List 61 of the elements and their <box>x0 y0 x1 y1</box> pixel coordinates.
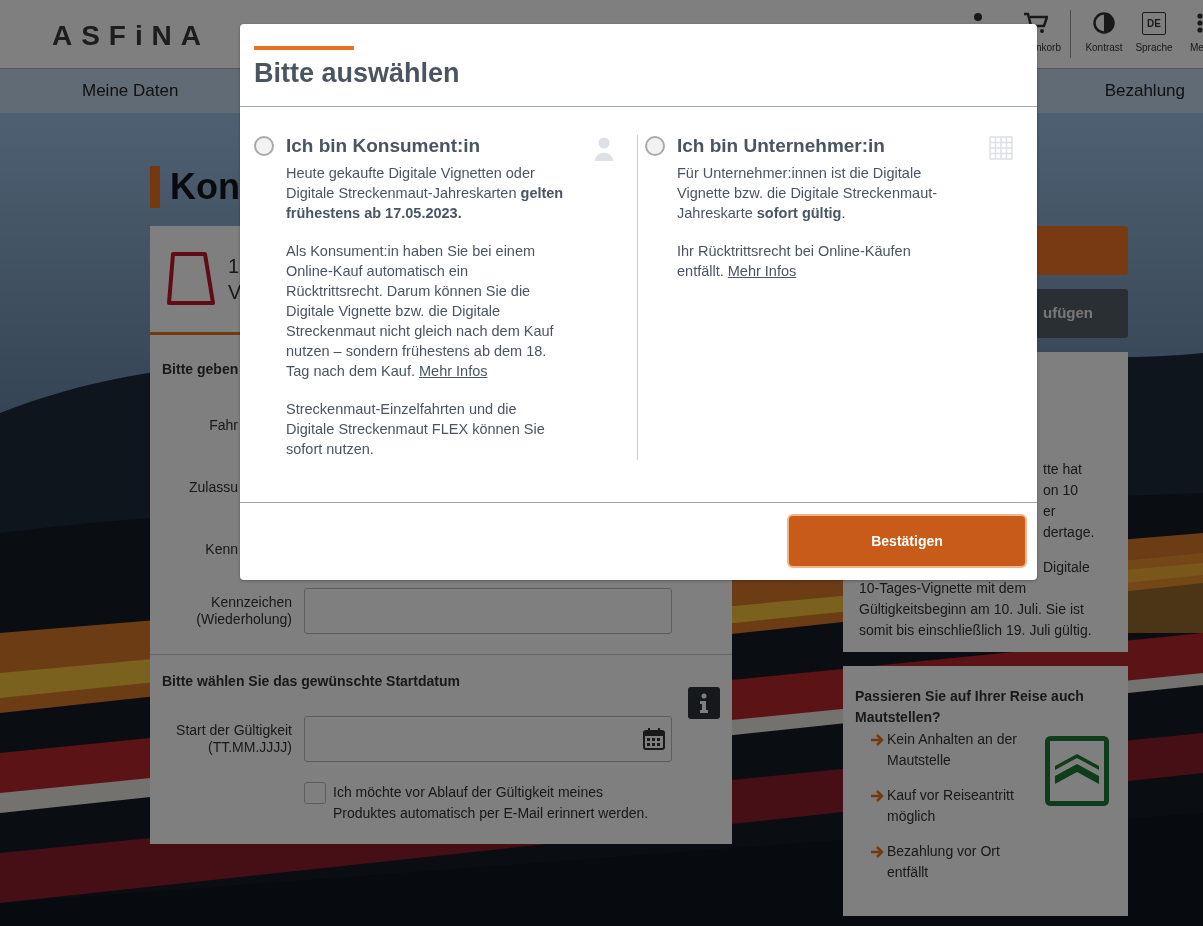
info-glyph-icon <box>699 693 709 713</box>
radio-button[interactable] <box>645 136 665 156</box>
cart-icon[interactable] <box>1024 12 1048 34</box>
dialog-title: Bitte auswählen <box>254 57 461 90</box>
text-input[interactable] <box>304 588 672 634</box>
more-info-link[interactable]: Mehr Infos <box>419 363 488 379</box>
nav-item[interactable]: Bezahlung <box>1104 78 1185 104</box>
contrast-icon[interactable] <box>1093 12 1115 34</box>
option-paragraph: Für Unternehmer:innen ist die Digitale Vignette bzw. die Digitale Streckenmaut-Jahreskarte sofort gültig. <box>677 164 939 223</box>
cart-label[interactable]: nkorb <box>1036 42 1061 54</box>
product-title: 1 <box>228 254 241 279</box>
nav-item[interactable]: Meine Daten <box>82 78 179 104</box>
radio-button[interactable] <box>254 136 274 156</box>
building-icon <box>989 136 1013 160</box>
reminder-checkbox[interactable] <box>304 782 326 804</box>
reminder-label: Ich möchte vor Ablauf der Gültigkeit meines Produktes automatisch per E-Mail erinnert werden. <box>333 783 650 823</box>
bullet-text: Kein Anhalten an der Mautstelle <box>887 730 1018 770</box>
confirm-button[interactable]: Bestätigen <box>789 516 1025 566</box>
card-heading: Passieren Sie auf Ihrer Reise auch Mautstellen? <box>855 687 1085 727</box>
bullet-text: Bezahlung vor Ort entfällt <box>887 842 1001 882</box>
product-subtitle: V <box>228 280 242 305</box>
option-title[interactable]: Ich bin Konsument:in <box>286 135 481 157</box>
field-label: Kenn <box>204 540 238 558</box>
arrow-icon <box>870 845 884 859</box>
info-text: Digitale <box>1043 558 1090 577</box>
arrow-icon <box>870 733 884 747</box>
info-text: Gültigkeitsbeginn am 10. Juli. Sie ist <box>859 600 1084 619</box>
language-badge[interactable]: DE <box>1142 12 1166 35</box>
option-paragraph: Heute gekaufte Digitale Vignetten oder Digitale Streckenmaut-Jahreskarten gelten frühestens ab 17.05.2023. <box>286 164 565 223</box>
title-accent <box>150 166 160 208</box>
info-text: 10-Tages-Vignette mit dem <box>859 579 1027 598</box>
info-text: er <box>1043 502 1056 521</box>
info-text: dertage. <box>1043 523 1095 542</box>
section-heading: Bitte geben <box>162 360 239 379</box>
info-text: on 10 <box>1043 481 1079 500</box>
language-label[interactable]: Sprache <box>1135 42 1173 54</box>
person-icon <box>595 137 613 161</box>
vignette-icon <box>165 251 217 307</box>
field-label: Start der Gültigkeit (TT.MM.JJJJ) <box>175 722 292 756</box>
field-label: Fahr <box>208 416 238 434</box>
arrow-icon <box>870 789 884 803</box>
info-text: somit bis einschließlich 19. Juli gültig. <box>859 621 1092 640</box>
contrast-label[interactable]: Kontrast <box>1085 42 1123 54</box>
info-text: tte hat <box>1043 460 1082 479</box>
field-label: Zulassu <box>187 478 238 496</box>
logo[interactable]: ASFiNA <box>52 20 210 52</box>
toll-lane-icon <box>1045 736 1109 806</box>
more-info-link[interactable]: Mehr Infos <box>727 263 797 279</box>
section-heading: Bitte wählen Sie das gewünschte Startdatum <box>162 672 460 691</box>
option-title[interactable]: Ich bin Unternehmer:in <box>677 135 885 157</box>
calendar-icon[interactable] <box>643 728 665 750</box>
option-paragraph: Streckenmaut-Einzelfahrten und die Digitale Streckenmaut FLEX können Sie sofort nutzen. <box>286 400 546 459</box>
field-label: Kennzeichen (Wiederholung) <box>195 594 292 628</box>
menu-label[interactable]: Me <box>1190 42 1203 54</box>
option-paragraph: Ihr Rücktrittsrecht bei Online-Käufen entfällt. Mehr Infos <box>677 242 912 281</box>
bullet-text: Kauf vor Reiseantritt möglich <box>887 786 1015 826</box>
menu-icon[interactable] <box>1197 12 1203 34</box>
option-paragraph: Als Konsument:in haben Sie bei einem Online-Kauf automatisch ein Rücktrittsrecht. Darum können Sie die Digitale Vignette bzw. die Digitale Streckenmaut nicht gleich nach dem Kauf nutzen – sondern frühestens ab dem 18. Tag nach dem Kauf. Mehr Infos <box>286 242 555 381</box>
info-icon[interactable] <box>688 687 720 719</box>
date-input[interactable] <box>304 716 672 762</box>
page-title: Kon <box>170 166 240 208</box>
